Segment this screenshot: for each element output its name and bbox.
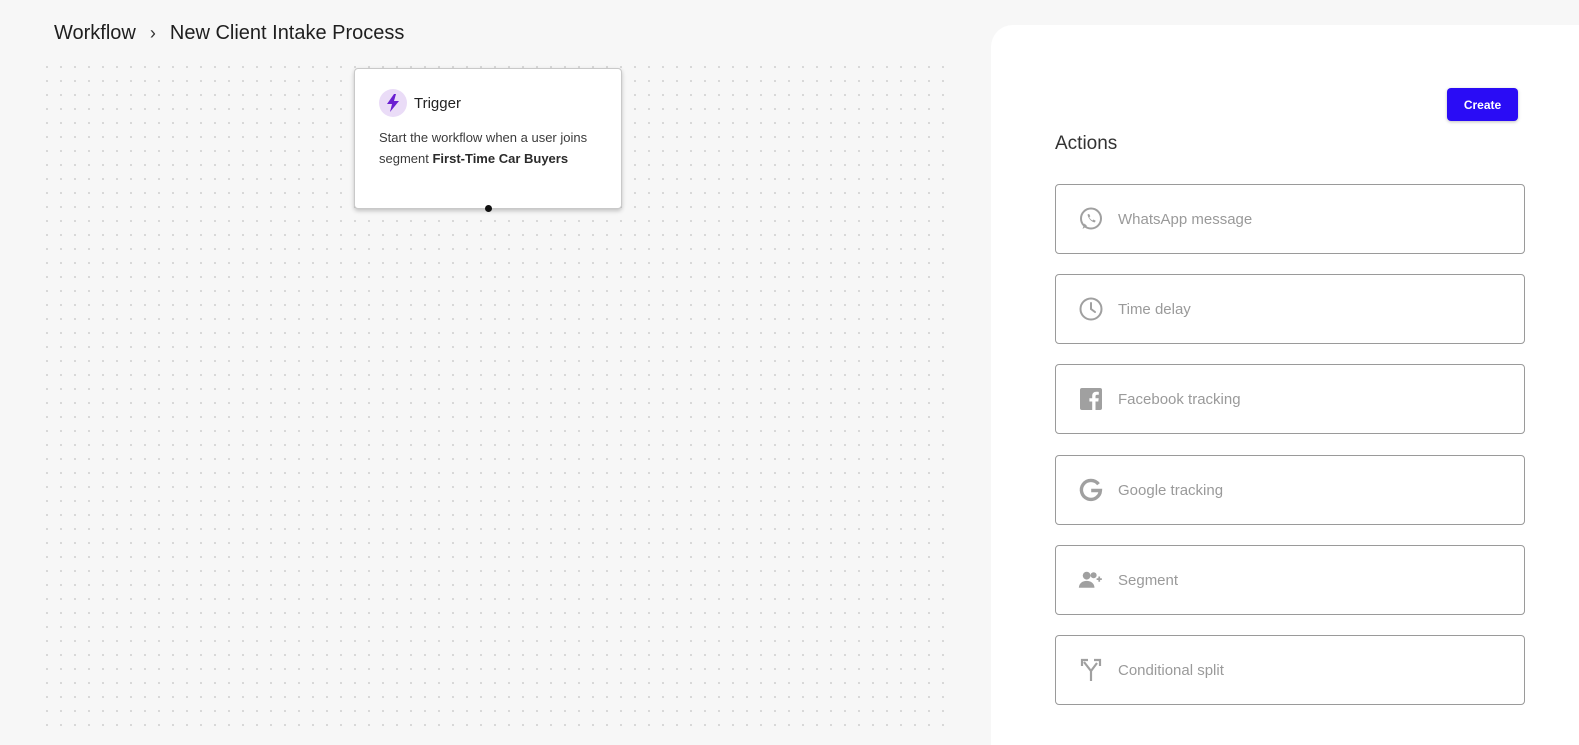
action-label: Facebook tracking: [1118, 390, 1241, 408]
action-label: Conditional split: [1118, 661, 1224, 679]
trigger-description: Start the workflow when a user joins seg…: [379, 127, 597, 169]
trigger-header: Trigger: [379, 89, 597, 117]
trigger-title: Trigger: [414, 94, 461, 112]
action-label: Google tracking: [1118, 481, 1224, 499]
actions-title: Actions: [1055, 133, 1118, 154]
trigger-segment-name: First-Time Car Buyers: [432, 151, 569, 166]
action-google-tracking[interactable]: Google tracking: [1055, 455, 1525, 525]
action-segment[interactable]: Segment: [1055, 545, 1525, 615]
google-icon: [1078, 477, 1104, 503]
action-facebook-tracking[interactable]: Facebook tracking: [1055, 364, 1525, 434]
action-label: Time delay: [1118, 300, 1191, 318]
create-button[interactable]: Create: [1447, 88, 1518, 121]
action-whatsapp-message[interactable]: WhatsApp message: [1055, 184, 1525, 254]
trigger-node[interactable]: Trigger Start the workflow when a user j…: [354, 68, 622, 212]
breadcrumb-separator: ›: [149, 23, 156, 43]
action-label: WhatsApp message: [1118, 210, 1253, 228]
actions-panel: Create Actions WhatsApp message Time del…: [991, 25, 1579, 745]
bolt-icon: [379, 89, 407, 117]
action-time-delay[interactable]: Time delay: [1055, 274, 1525, 344]
split-icon: [1078, 657, 1104, 683]
node-connector-handle[interactable]: [485, 205, 492, 212]
whatsapp-icon: [1078, 206, 1104, 232]
add-user-icon: [1078, 567, 1104, 593]
action-label: Segment: [1118, 571, 1179, 589]
facebook-icon: [1078, 386, 1104, 412]
clock-icon: [1078, 296, 1104, 322]
breadcrumb-workflow-link[interactable]: Workflow: [54, 22, 136, 45]
breadcrumb: Workflow › New Client Intake Process: [54, 22, 404, 45]
breadcrumb-current: New Client Intake Process: [169, 22, 405, 44]
action-conditional-split[interactable]: Conditional split: [1055, 635, 1525, 705]
